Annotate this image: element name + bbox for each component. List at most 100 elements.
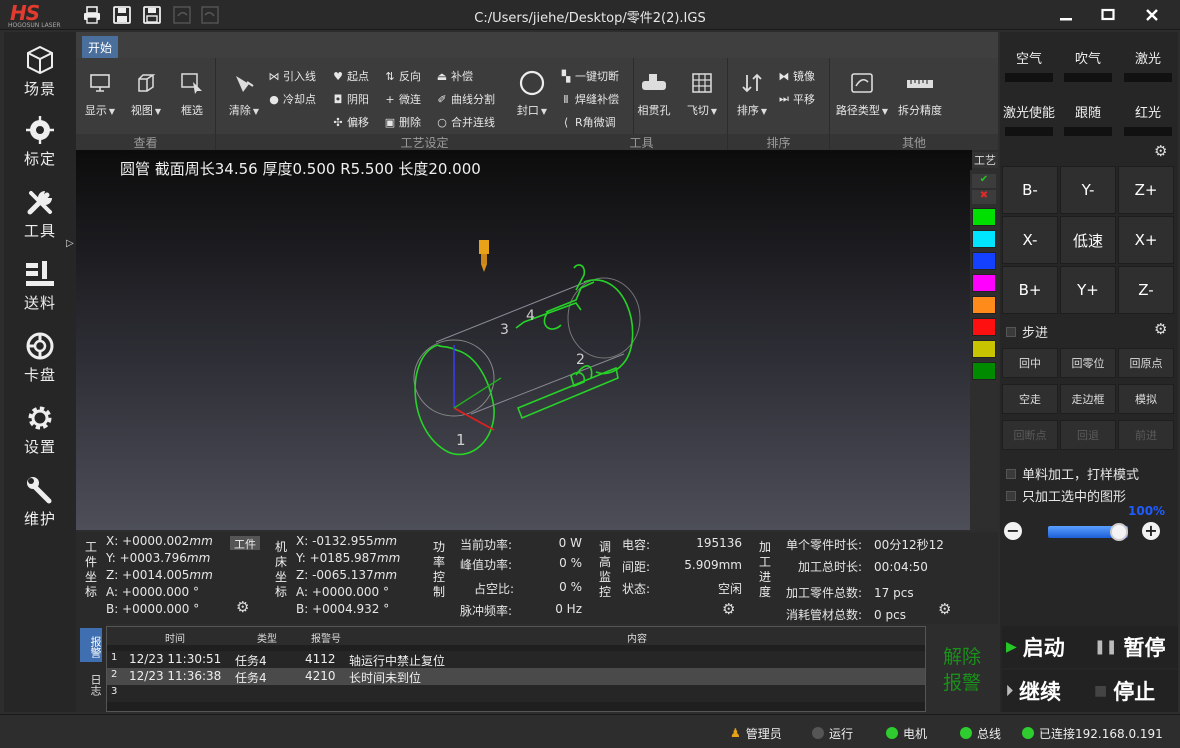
follow-toggle[interactable]: 跟随 <box>1058 102 1118 136</box>
gear-icon[interactable]: ⚙ <box>722 600 735 618</box>
stop-button[interactable]: ■ 停止 <box>1090 670 1178 712</box>
red-light-toggle[interactable]: 红光 <box>1118 102 1178 136</box>
gear-icon[interactable]: ⚙ <box>1154 320 1167 338</box>
palette-swatch[interactable] <box>972 340 996 358</box>
palette-swatch[interactable] <box>972 252 996 270</box>
jog-z-minus[interactable]: Z- <box>1118 266 1174 314</box>
workpiece-button[interactable]: 工件 <box>230 536 260 551</box>
dry-run-button[interactable]: 空走 <box>1002 384 1058 414</box>
offset-button[interactable]: ✣ 偏移 <box>332 114 369 130</box>
expand-arrow-icon[interactable]: ▷ <box>66 238 74 249</box>
r-corner-button[interactable]: ⟨ R角微调 <box>560 114 616 130</box>
only-selected-checkbox[interactable]: 只加工选中的图形 <box>1006 486 1126 505</box>
plus-icon[interactable]: + <box>1142 522 1160 540</box>
jog-low-speed[interactable]: 低速 <box>1060 216 1116 264</box>
nav-item-scene[interactable]: 场景 <box>4 38 76 104</box>
tab-log[interactable]: 日志 <box>80 666 102 700</box>
clear-alarm-button[interactable]: 解除 报警 <box>928 630 996 710</box>
nav-item-maintenance[interactable]: 维护 <box>4 468 76 534</box>
jog-z-plus[interactable]: Z+ <box>1118 166 1174 214</box>
3d-viewport[interactable]: 圆管 截面周长34.56 厚度0.500 R5.500 长度20.000 1 2… <box>76 150 972 530</box>
jog-y-plus[interactable]: Y+ <box>1060 266 1116 314</box>
mirror-button[interactable]: ⧓ 镜像 <box>778 68 816 84</box>
pause-button[interactable]: ❚❚ 暂停 <box>1090 626 1178 668</box>
part-drawing[interactable]: 1 2 3 4 <box>76 150 972 530</box>
return-zero-button[interactable]: 回零位 <box>1060 348 1116 378</box>
single-mode-checkbox[interactable]: 单料加工，打样模式 <box>1006 464 1139 483</box>
delete-button[interactable]: ▣ 删除 <box>384 114 421 130</box>
jog-x-plus[interactable]: X+ <box>1118 216 1174 264</box>
start-point-button[interactable]: ♥ 起点 <box>332 68 369 84</box>
maximize-button[interactable] <box>1096 4 1120 26</box>
path-type-button[interactable]: 路径类型 ▼ <box>832 68 892 118</box>
return-origin-button[interactable]: 回原点 <box>1118 348 1174 378</box>
gear-icon[interactable]: ⚙ <box>938 600 951 618</box>
display-button[interactable]: 显示 ▼ <box>82 68 118 118</box>
sort-button[interactable]: 排序 ▼ <box>732 68 772 118</box>
return-breakpoint-button[interactable]: 回断点 <box>1002 420 1058 450</box>
gear-icon[interactable]: ⚙ <box>1154 142 1167 160</box>
table-row[interactable]: 3 <box>107 685 925 702</box>
resume-button[interactable]: ⏵ 继续 <box>1002 670 1090 712</box>
only-selected-box[interactable] <box>1006 490 1016 501</box>
check-icon[interactable]: ✔ <box>972 174 996 188</box>
seal-button[interactable]: 封口 ▼ <box>510 68 554 118</box>
step-forward-button[interactable]: 前进 <box>1118 420 1174 450</box>
jog-b-plus[interactable]: B+ <box>1002 266 1058 314</box>
cross-icon[interactable]: ✖ <box>972 190 996 204</box>
reverse-button[interactable]: ⇅ 反向 <box>384 68 421 84</box>
curve-split-button[interactable]: ✐ 曲线分割 <box>436 91 495 107</box>
tab-alarm[interactable]: 报警 <box>80 628 102 662</box>
nav-item-feeding[interactable]: 送料 <box>4 252 76 318</box>
gear-icon[interactable]: ⚙ <box>236 598 249 616</box>
air-toggle[interactable]: 空气 <box>1000 48 1058 82</box>
step-checkbox[interactable]: 步进 <box>1006 322 1048 341</box>
lead-in-button[interactable]: ⋈ 引入线 <box>268 68 317 84</box>
palette-swatch[interactable] <box>972 208 996 226</box>
tab-start[interactable]: 开始 <box>82 36 118 58</box>
cut-contours[interactable] <box>414 264 634 456</box>
through-hole-button[interactable]: 相贯孔 <box>632 68 676 118</box>
jog-y-minus[interactable]: Y- <box>1060 166 1116 214</box>
blow-toggle[interactable]: 吹气 <box>1058 48 1118 82</box>
nav-item-chuck[interactable]: 卡盘 <box>4 324 76 390</box>
palette-swatch[interactable] <box>972 274 996 292</box>
speed-slider[interactable] <box>1048 523 1128 541</box>
palette-swatch[interactable] <box>972 362 996 380</box>
single-mode-box[interactable] <box>1006 468 1016 479</box>
palette-swatch[interactable] <box>972 230 996 248</box>
start-button[interactable]: ▶ 启动 <box>1002 626 1090 668</box>
fly-cut-button[interactable]: 飞切 ▼ <box>680 68 724 118</box>
one-key-cut-button[interactable]: ▚ 一键切断 <box>560 68 619 84</box>
palette-swatch[interactable] <box>972 296 996 314</box>
laser-toggle[interactable]: 激光 <box>1118 48 1178 82</box>
weld-comp-button[interactable]: Ⅱ 焊缝补偿 <box>560 91 619 107</box>
split-precision-button[interactable]: 拆分精度 <box>892 68 948 118</box>
minimize-button[interactable] <box>1054 4 1078 26</box>
translate-button[interactable]: ⏭ 平移 <box>778 91 815 107</box>
trace-frame-button[interactable]: 走边框 <box>1060 384 1116 414</box>
palette-swatch[interactable] <box>972 318 996 336</box>
nav-item-tools[interactable]: 工具 <box>4 180 76 246</box>
jog-b-minus[interactable]: B- <box>1002 166 1058 214</box>
table-row[interactable]: 2 12/23 11:36:38 任务4 4210 长时间未到位 <box>107 668 925 685</box>
minus-icon[interactable]: − <box>1004 522 1022 540</box>
step-back-button[interactable]: 回退 <box>1060 420 1116 450</box>
step-box[interactable] <box>1006 326 1016 337</box>
admin-status[interactable]: ♟ 管理员 <box>730 723 782 743</box>
close-button[interactable] <box>1140 4 1164 26</box>
laser-enable-toggle[interactable]: 激光使能 <box>1000 102 1058 136</box>
table-row[interactable]: 1 12/23 11:30:51 任务4 4112 轴运行中禁止复位 <box>107 651 925 668</box>
speed-slider-handle[interactable] <box>1110 523 1128 541</box>
cool-point-button[interactable]: ● 冷却点 <box>268 91 316 107</box>
compensate-button[interactable]: ⏏ 补偿 <box>436 68 473 84</box>
view-button[interactable]: 视图 ▼ <box>126 68 166 118</box>
micro-joint-button[interactable]: + 微连 <box>384 91 421 107</box>
yin-yang-button[interactable]: ◘ 阴阳 <box>332 91 369 107</box>
return-center-button[interactable]: 回中 <box>1002 348 1058 378</box>
box-select-button[interactable]: 框选 <box>174 68 210 118</box>
merge-lines-button[interactable]: ○ 合并连线 <box>436 114 495 130</box>
simulate-button[interactable]: 模拟 <box>1118 384 1174 414</box>
nav-item-settings[interactable]: 设置 <box>4 396 76 462</box>
jog-x-minus[interactable]: X- <box>1002 216 1058 264</box>
